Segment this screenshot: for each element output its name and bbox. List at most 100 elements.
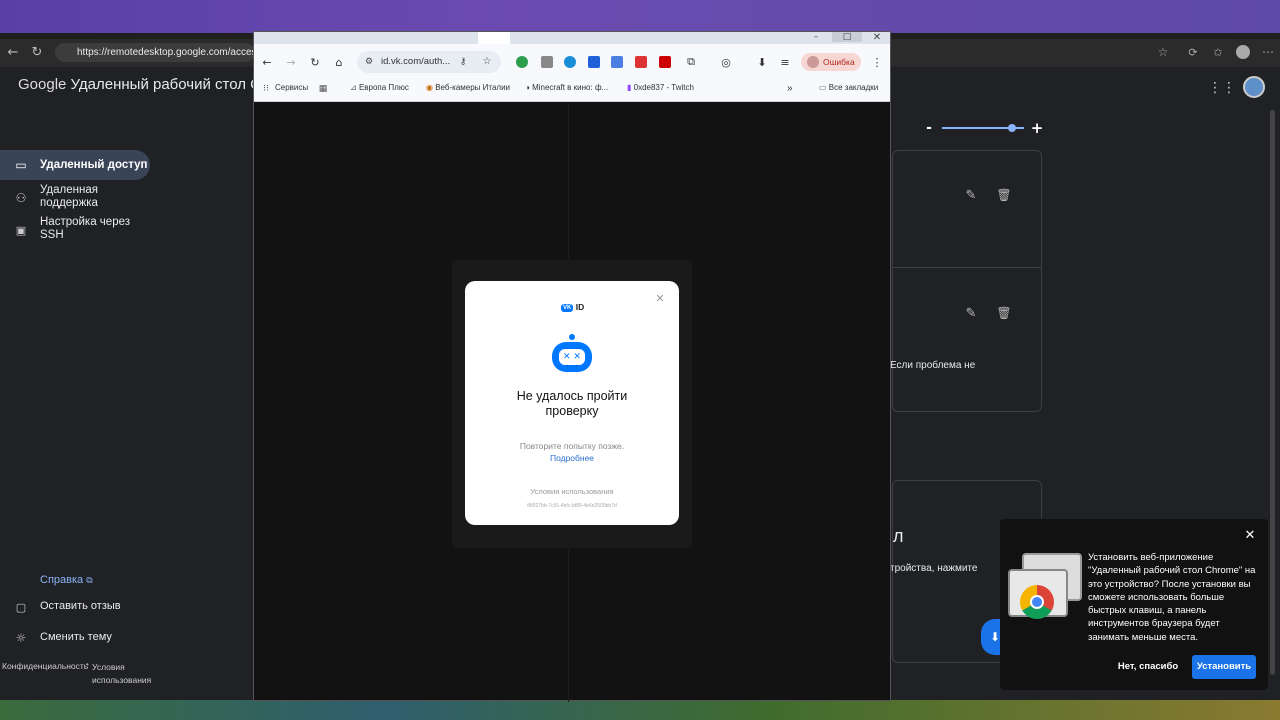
feedback-item[interactable]: ▢ Оставить отзыв: [0, 600, 150, 614]
forward-icon[interactable]: →: [284, 54, 298, 70]
bookmark-label: 0xde837 - Twitch: [633, 83, 694, 92]
extension-green-icon[interactable]: [516, 56, 528, 68]
decline-button[interactable]: Нет, спасибо: [1112, 657, 1184, 677]
install-button[interactable]: Установить: [1192, 655, 1256, 679]
terms-link[interactable]: Условия использования: [465, 487, 679, 496]
chrome-logo-center: [1030, 595, 1044, 609]
close-icon[interactable]: ✕: [1242, 527, 1258, 543]
theme-label: Сменить тему: [40, 631, 112, 643]
footer-bullet: •: [86, 660, 89, 669]
bookmark-icon: ◑: [525, 83, 533, 92]
favorites-icon[interactable]: ✩: [1210, 43, 1226, 61]
zoom-slider-thumb[interactable]: [1007, 124, 1016, 132]
bookmark-item[interactable]: Сервисы: [275, 83, 308, 92]
star-icon[interactable]: ☆: [481, 56, 493, 68]
privacy-link[interactable]: Конфиденциальность: [2, 661, 88, 671]
partial-text: Если проблема не: [890, 360, 976, 371]
home-icon[interactable]: ⌂: [332, 54, 346, 70]
sidebar-item-ssh[interactable]: ▣ Настройка через SSH: [0, 216, 150, 244]
bookmark-label: Европа Плюс: [358, 83, 409, 92]
terms-link[interactable]: Условия использования: [92, 661, 152, 687]
bookmark-item[interactable]: ◉ Веб-камеры Италии: [426, 83, 510, 92]
sidebar-item-label: Удаленный доступ: [40, 159, 148, 171]
zoom-out-button[interactable]: -: [922, 120, 936, 136]
theme-item[interactable]: ☼ Сменить тему: [0, 631, 150, 645]
feedback-label: Оставить отзыв: [40, 600, 121, 612]
sidebar-item-label: Удаленная поддержка: [40, 184, 98, 209]
profile-avatar[interactable]: [1236, 45, 1250, 59]
bookmark-item[interactable]: ▮ 0xde837 - Twitch: [627, 83, 694, 92]
download-icon[interactable]: ⬇: [755, 54, 769, 70]
media-icon[interactable]: ≡: [778, 54, 792, 70]
reload-icon[interactable]: ↻: [308, 54, 322, 70]
terminal-icon: ▣: [15, 223, 27, 237]
extension-icon[interactable]: [541, 56, 553, 68]
translate-icon[interactable]: [611, 56, 623, 68]
site-info-icon: ⚙: [364, 57, 374, 67]
chrome-logo: [1020, 585, 1054, 619]
key-icon[interactable]: ⚷: [457, 56, 469, 68]
vk-id-logo: VK ID: [561, 302, 584, 314]
apps-icon[interactable]: ⁝⁝: [260, 83, 272, 95]
robot-face: ✕ ✕: [559, 349, 585, 365]
help-link[interactable]: Справка ⧉: [40, 574, 93, 586]
puzzle-icon[interactable]: ⧉: [684, 54, 698, 70]
screenshot-icon[interactable]: ◎: [719, 54, 733, 70]
modal-subtitle: Повторите попытку позже.: [519, 441, 625, 451]
vk-badge: VK: [561, 303, 574, 312]
card-divider: [893, 267, 1041, 268]
desktop-wallpaper-top: [0, 0, 1280, 33]
minimize-icon[interactable]: –: [809, 32, 823, 42]
sidebar-item-remote-support[interactable]: ⚇ Удаленная поддержка: [0, 184, 150, 212]
google-logo: Google: [18, 76, 67, 93]
delete-icon[interactable]: 🗑: [996, 305, 1012, 321]
active-tab[interactable]: [478, 32, 510, 44]
mouse-cursor: ↖: [842, 40, 853, 54]
extensions-icon[interactable]: ⟳: [1185, 43, 1201, 61]
extension-icon[interactable]: [588, 56, 600, 68]
devices-card: ✎ 🗑 ✎ 🗑 Если проблема не: [890, 150, 1042, 412]
folder-icon: ▭: [819, 83, 829, 92]
sidebar-item-label: Настройка через SSH: [40, 216, 131, 241]
install-app-dialog: ✕ Установить веб-приложение "Удаленный р…: [1000, 519, 1268, 690]
back-icon[interactable]: ←: [260, 54, 274, 70]
close-window-icon[interactable]: ✕: [869, 32, 885, 43]
partial-text: тройства, нажмите: [890, 563, 978, 574]
sidebar-item-remote-access[interactable]: ▭ Удаленный доступ: [0, 150, 150, 180]
reload-icon[interactable]: ↻: [28, 43, 46, 61]
zoom-slider[interactable]: [942, 124, 1024, 132]
error-chip[interactable]: Ошибка: [801, 53, 861, 71]
details-link[interactable]: Подробнее: [465, 453, 679, 463]
bookmark-item[interactable]: ◑ Minecraft в кино: ф...: [525, 83, 608, 92]
external-link-icon: ⧉: [86, 575, 93, 585]
bookmarks-overflow-button[interactable]: »: [787, 83, 793, 94]
error-chip-label: Ошибка: [823, 57, 855, 67]
vk-id-label: ID: [575, 302, 585, 312]
apps-grid-icon[interactable]: ⋮⋮: [1208, 79, 1236, 97]
vk-id-modal: ✕ VK ID ✕ ✕ Не удалось пройти проверку П…: [465, 281, 679, 525]
menu-dots-icon[interactable]: ⋯: [1262, 43, 1274, 61]
desktop-taskbar: [0, 700, 1280, 720]
edit-icon[interactable]: ✎: [963, 187, 979, 203]
modal-close-icon[interactable]: ✕: [653, 291, 667, 305]
all-bookmarks-label: Все закладки: [828, 83, 879, 92]
menu-dots-icon[interactable]: ⋮: [872, 54, 883, 70]
bookmark-icon: ⊿: [350, 83, 359, 92]
pdf-icon[interactable]: [659, 56, 671, 68]
scrollbar[interactable]: [1270, 110, 1275, 675]
extension-icon[interactable]: [564, 56, 576, 68]
account-avatar[interactable]: [1243, 76, 1265, 98]
help-label: Справка: [40, 574, 84, 586]
star-icon[interactable]: ☆: [1155, 43, 1171, 61]
zoom-in-button[interactable]: +: [1030, 119, 1044, 137]
background-address-bar[interactable]: https://remotedesktop.google.com/access: [55, 43, 255, 62]
back-icon[interactable]: ←: [4, 43, 22, 61]
bookmark-item[interactable]: ⊿ Европа Плюс: [350, 83, 409, 92]
popup-address-bar[interactable]: ⚙ id.vk.com/auth... ⚷ ☆: [357, 51, 501, 73]
edit-icon[interactable]: ✎: [963, 305, 979, 321]
delete-icon[interactable]: 🗑: [996, 187, 1012, 203]
extension-icon[interactable]: [635, 56, 647, 68]
grid-icon[interactable]: ▦: [317, 83, 329, 95]
crd-app-icon: [1008, 553, 1082, 619]
all-bookmarks[interactable]: ▭ Все закладки: [819, 83, 878, 92]
